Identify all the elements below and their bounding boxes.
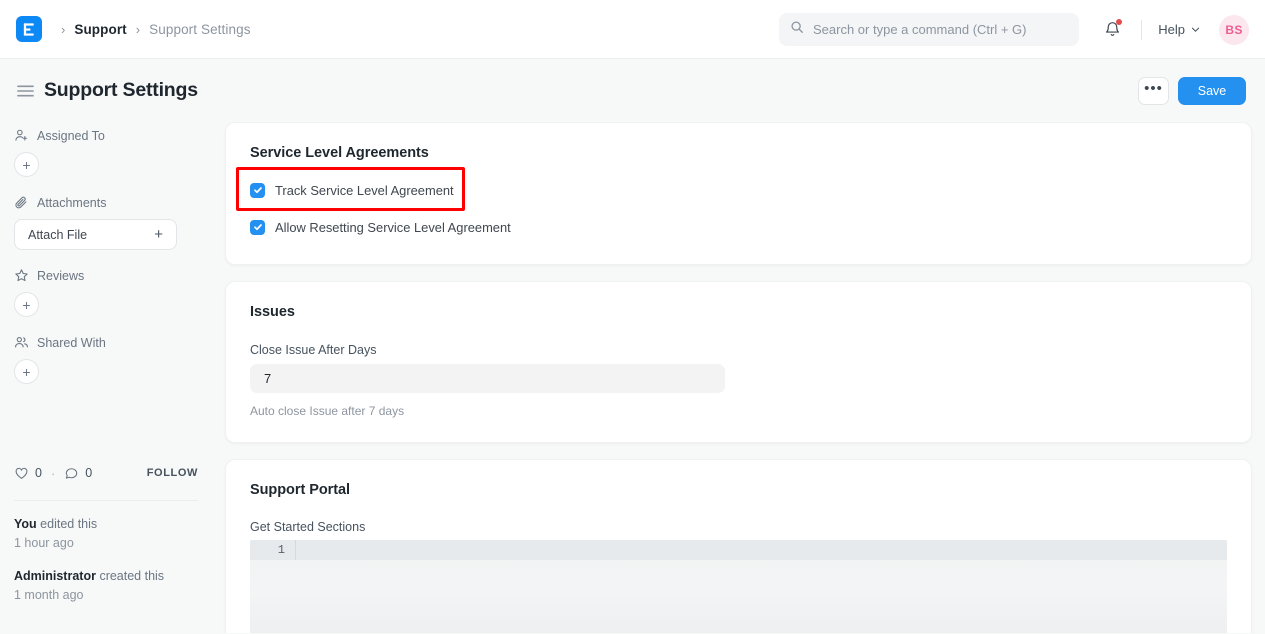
search-icon xyxy=(790,20,804,39)
history-timestamp: 1 hour ago xyxy=(14,536,74,550)
sidebar-section-attachments: Attachments Attach File + xyxy=(14,195,198,250)
search-input[interactable]: Search or type a command (Ctrl + G) xyxy=(779,13,1079,46)
sidebar-section-assigned-to: Assigned To + xyxy=(14,128,198,177)
user-plus-icon xyxy=(15,129,28,141)
erpnext-logo-icon[interactable] xyxy=(16,16,42,42)
attach-file-button[interactable]: Attach File + xyxy=(14,219,177,250)
sidebar-section-shared-with: Shared With + xyxy=(14,335,198,384)
checkbox-track-sla[interactable] xyxy=(250,182,265,198)
breadcrumb-separator-0: › xyxy=(61,21,66,37)
checkbox-label-allow-reset-sla: Allow Resetting Service Level Agreement xyxy=(275,219,511,235)
checkbox-allow-reset-sla[interactable] xyxy=(250,219,265,235)
checkbox-label-track-sla: Track Service Level Agreement xyxy=(275,182,454,198)
hamburger-menu-icon[interactable] xyxy=(14,80,36,102)
plus-icon: + xyxy=(154,226,163,243)
sidebar-label-attachments: Attachments xyxy=(37,195,107,210)
history-actor: Administrator xyxy=(14,569,96,583)
sidebar-section-header: Shared With xyxy=(14,335,198,350)
star-icon xyxy=(15,269,28,282)
close-issue-after-days-hint: Auto close Issue after 7 days xyxy=(250,404,405,418)
support-portal-card-title: Support Portal xyxy=(250,482,350,498)
support-portal-card: Support Portal Get Started Sections 1 xyxy=(225,459,1252,633)
get-started-sections-code-editor[interactable]: 1 xyxy=(250,540,1227,633)
sla-checkbox-list: Track Service Level Agreement Allow Rese… xyxy=(236,167,1227,240)
page-body: Assigned To + Attachments Attach File + xyxy=(0,122,1265,633)
breadcrumb-support-settings[interactable]: Support Settings xyxy=(149,22,250,37)
sidebar-label-reviews: Reviews xyxy=(37,268,85,283)
close-issue-after-days-input[interactable]: 7 xyxy=(250,364,725,393)
comment-count: 0 xyxy=(85,466,93,480)
sidebar-section-header: Assigned To xyxy=(14,128,198,143)
main-scrollbar[interactable] xyxy=(1259,124,1264,631)
close-issue-after-days-label: Close Issue After Days xyxy=(250,343,377,357)
add-review-button[interactable]: + xyxy=(14,292,39,317)
navbar-divider xyxy=(1141,19,1143,40)
sidebar-section-header: Reviews xyxy=(14,268,198,283)
checkmark-icon xyxy=(253,224,262,231)
attach-file-label: Attach File xyxy=(28,227,88,242)
like-count: 0 xyxy=(35,466,42,480)
code-editor-active-line[interactable]: 1 xyxy=(250,540,1227,560)
sidebar-label-assigned-to: Assigned To xyxy=(37,128,105,143)
like-button[interactable]: 0 xyxy=(14,466,42,481)
history-item: Administrator created this 1 month ago xyxy=(14,567,198,605)
stats-separator: · xyxy=(50,465,56,481)
notifications-button[interactable] xyxy=(1097,15,1127,45)
add-assignment-button[interactable]: + xyxy=(14,152,39,177)
paperclip-icon xyxy=(15,196,27,209)
breadcrumb-separator-1: › xyxy=(135,21,141,37)
comment-icon xyxy=(66,467,78,479)
sidebar-divider xyxy=(14,500,198,501)
sidebar-label-shared-with: Shared With xyxy=(37,335,106,350)
checkbox-row-allow-reset-sla[interactable]: Allow Resetting Service Level Agreement xyxy=(250,214,1227,240)
top-navbar: › Support › Support Settings Search or t… xyxy=(0,0,1265,59)
history-actor: You xyxy=(14,517,37,531)
notification-badge-dot xyxy=(1116,18,1123,25)
comment-button[interactable]: 0 xyxy=(64,466,92,481)
checkmark-icon xyxy=(253,187,262,194)
sla-card-title: Service Level Agreements xyxy=(250,145,429,161)
avatar-initials: BS xyxy=(1225,22,1243,37)
code-editor-line-number: 1 xyxy=(250,540,296,560)
chevron-down-icon xyxy=(1191,27,1200,32)
help-label: Help xyxy=(1158,22,1185,37)
sidebar-stats: 0 · 0 FOLLOW xyxy=(14,462,198,484)
save-button[interactable]: Save xyxy=(1178,76,1246,105)
follow-button[interactable]: FOLLOW xyxy=(147,467,198,479)
more-options-button[interactable]: ••• xyxy=(1138,76,1169,105)
navbar-right-actions: Help BS xyxy=(1097,0,1249,59)
heart-icon xyxy=(15,467,28,479)
sidebar-section-header: Attachments xyxy=(14,195,198,210)
history-action: edited this xyxy=(40,517,98,531)
avatar[interactable]: BS xyxy=(1219,14,1249,45)
history-item: You edited this 1 hour ago xyxy=(14,515,198,553)
page-header-actions: ••• Save xyxy=(1138,59,1246,122)
sidebar-footer: 0 · 0 FOLLOW You edited this 1 hour ago xyxy=(14,462,198,619)
page-header: Support Settings ••• Save xyxy=(0,59,1265,122)
service-level-agreements-card: Service Level Agreements Track Service L… xyxy=(225,122,1252,265)
search-placeholder: Search or type a command (Ctrl + G) xyxy=(813,22,1027,37)
main-content: Service Level Agreements Track Service L… xyxy=(212,122,1265,633)
page-title: Support Settings xyxy=(44,79,198,101)
history-timestamp: 1 month ago xyxy=(14,588,84,602)
issues-card: Issues Close Issue After Days 7 Auto clo… xyxy=(225,281,1252,443)
users-icon xyxy=(15,337,28,348)
history-action: created this xyxy=(99,569,165,583)
help-menu-button[interactable]: Help xyxy=(1156,18,1203,41)
get-started-sections-label: Get Started Sections xyxy=(250,520,366,534)
checkbox-row-track-sla[interactable]: Track Service Level Agreement xyxy=(236,167,1227,211)
add-share-button[interactable]: + xyxy=(14,359,39,384)
sidebar: Assigned To + Attachments Attach File + xyxy=(0,122,212,633)
breadcrumb-support[interactable]: Support xyxy=(74,22,126,37)
issues-card-title: Issues xyxy=(250,304,295,320)
sidebar-section-reviews: Reviews + xyxy=(14,268,198,317)
